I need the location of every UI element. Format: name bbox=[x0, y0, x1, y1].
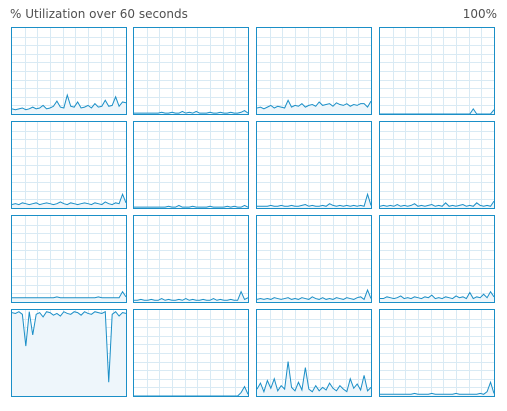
core-graph bbox=[133, 309, 249, 397]
core-graph bbox=[133, 27, 249, 115]
core-graph-plot bbox=[134, 122, 248, 208]
core-graph-plot bbox=[134, 310, 248, 396]
core-graph bbox=[256, 27, 372, 115]
core-graph-plot bbox=[380, 122, 494, 208]
core-graph-plot bbox=[257, 28, 371, 114]
core-graph-plot bbox=[257, 310, 371, 396]
core-graph bbox=[11, 121, 127, 209]
utilization-line bbox=[134, 204, 248, 208]
core-graph bbox=[11, 27, 127, 115]
core-graph bbox=[379, 215, 495, 303]
core-graph-plot bbox=[12, 28, 126, 114]
core-graph bbox=[256, 215, 372, 303]
core-graph-plot bbox=[380, 28, 494, 114]
utilization-area bbox=[257, 289, 371, 302]
core-graph-plot bbox=[12, 216, 126, 302]
core-graph bbox=[379, 27, 495, 115]
core-graph bbox=[11, 215, 127, 303]
core-graph bbox=[133, 215, 249, 303]
utilization-line bbox=[257, 192, 371, 207]
core-graph bbox=[379, 121, 495, 209]
core-graph-plot bbox=[12, 310, 126, 396]
utilization-line bbox=[257, 288, 371, 301]
utilization-line bbox=[380, 107, 494, 114]
utilization-line bbox=[12, 290, 126, 299]
core-graph-plot bbox=[380, 310, 494, 396]
core-graph bbox=[379, 309, 495, 397]
utilization-line bbox=[134, 290, 248, 301]
core-graph-plot bbox=[134, 216, 248, 302]
utilization-line bbox=[134, 109, 248, 114]
utilization-area bbox=[380, 108, 494, 114]
core-graph-plot bbox=[257, 122, 371, 208]
core-graph-plot bbox=[12, 122, 126, 208]
core-graph bbox=[11, 309, 127, 397]
core-graph-plot bbox=[134, 28, 248, 114]
core-graph-plot bbox=[257, 216, 371, 302]
core-graph-plot bbox=[380, 216, 494, 302]
utilization-area bbox=[12, 194, 126, 208]
utilization-area bbox=[257, 100, 371, 114]
core-graph bbox=[256, 121, 372, 209]
cpu-core-graph-grid bbox=[0, 0, 507, 411]
utilization-line bbox=[380, 380, 494, 395]
core-graph bbox=[133, 121, 249, 209]
core-graph bbox=[256, 309, 372, 397]
